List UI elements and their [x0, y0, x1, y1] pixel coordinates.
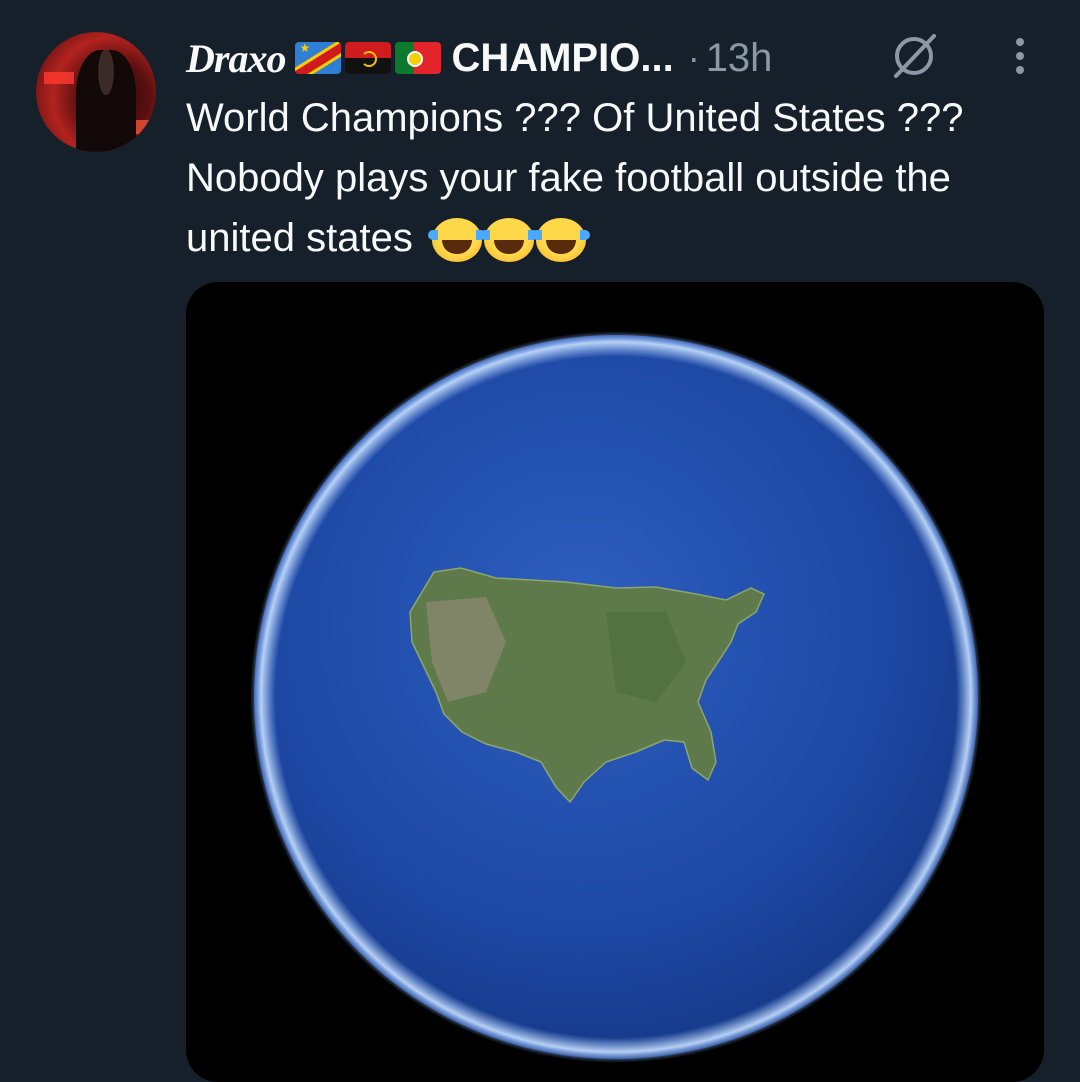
timestamp[interactable]: 13h	[706, 36, 773, 81]
flag-emojis	[295, 42, 442, 74]
avatar[interactable]	[36, 32, 156, 152]
face-with-tears-of-joy-icon	[531, 218, 590, 263]
flag-portugal-icon	[395, 42, 442, 74]
tweet-text: World Champions ??? Of United States ???…	[186, 88, 1056, 268]
flag-angola-icon	[345, 42, 392, 74]
face-with-tears-of-joy-icon	[479, 218, 538, 263]
tweet-header: Draxo CHAMPIO... · 13h	[186, 30, 772, 86]
grok-icon[interactable]	[888, 30, 940, 82]
flag-dr-congo-icon	[295, 42, 342, 74]
name-suffix[interactable]: CHAMPIO...	[451, 36, 673, 81]
face-with-tears-of-joy-icon	[427, 218, 486, 263]
avatar-light	[44, 72, 74, 84]
separator-dot: ·	[687, 37, 700, 78]
tweet-image[interactable]	[186, 282, 1044, 1082]
avatar-figure	[76, 50, 136, 152]
emoji-group	[427, 218, 590, 263]
globe-icon	[250, 331, 982, 1063]
display-name[interactable]: Draxo	[186, 35, 286, 82]
more-options-icon[interactable]	[1000, 30, 1040, 82]
